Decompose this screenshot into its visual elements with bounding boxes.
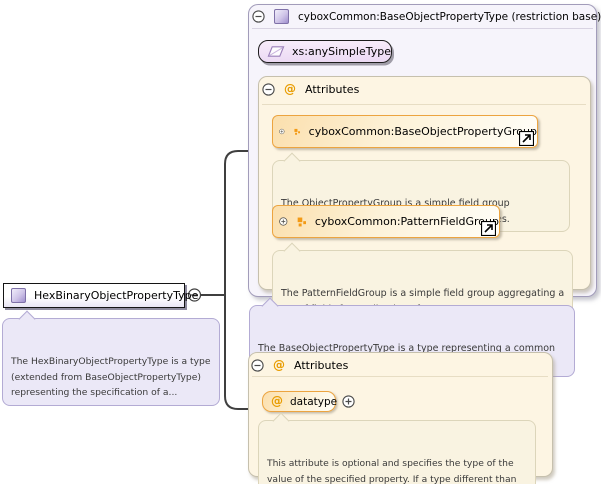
jump-to-definition-icon[interactable] — [519, 131, 534, 146]
attribute-group-label: cyboxCommon:PatternFieldGroup — [315, 215, 499, 228]
jump-to-definition-icon[interactable] — [481, 221, 496, 236]
element-annotation: The HexBinaryObjectPropertyType is a typ… — [2, 318, 220, 406]
collapse-icon[interactable] — [251, 359, 264, 372]
schema-diagram: cyboxCommon:BaseObjectPropertyType (rest… — [0, 0, 601, 484]
simple-type-label: xs:anySimpleType — [292, 45, 391, 58]
base-type-panel-header: cyboxCommon:BaseObjectPropertyType (rest… — [252, 9, 601, 24]
header-divider — [252, 28, 593, 29]
simple-type-badge[interactable]: xs:anySimpleType — [258, 40, 392, 63]
section-divider — [252, 376, 548, 377]
attribute-group-icon — [294, 124, 300, 139]
attributes-header-label: Attributes — [305, 83, 359, 96]
complex-type-icon — [274, 9, 289, 24]
collapse-icon[interactable] — [262, 83, 275, 96]
base-attributes-header: @ Attributes — [262, 82, 359, 96]
attribute-icon: @ — [284, 83, 296, 96]
expand-icon[interactable] — [279, 215, 288, 228]
attribute-icon: @ — [273, 359, 285, 372]
base-type-title: cyboxCommon:BaseObjectPropertyType (rest… — [298, 11, 601, 23]
complex-type-icon — [11, 288, 26, 303]
expand-icon[interactable] — [279, 125, 285, 138]
attributes-panel-header: @ Attributes — [251, 358, 348, 372]
attribute-icon: @ — [271, 395, 283, 408]
element-hexbinaryobjectpropertytype[interactable]: HexBinaryObjectPropertyType — [3, 283, 185, 308]
attributes-header-label: Attributes — [294, 359, 348, 372]
collapse-icon[interactable] — [252, 10, 265, 23]
element-label: HexBinaryObjectPropertyType — [34, 289, 198, 302]
section-divider — [262, 104, 586, 105]
attribute-annotation: This attribute is optional and specifies… — [258, 420, 536, 484]
attribute-expand-icon[interactable] — [342, 395, 355, 408]
simple-type-icon — [267, 45, 285, 58]
attribute-group-baseobjectpropertygroup[interactable]: cyboxCommon:BaseObjectPropertyGroup — [272, 115, 538, 148]
attribute-datatype[interactable]: @ datatype — [262, 391, 336, 412]
attribute-group-patternfieldgroup[interactable]: cyboxCommon:PatternFieldGroup — [272, 205, 500, 238]
attribute-group-label: cyboxCommon:BaseObjectPropertyGroup — [309, 125, 537, 138]
attribute-name: datatype — [290, 396, 337, 408]
attribute-group-icon — [297, 214, 306, 229]
